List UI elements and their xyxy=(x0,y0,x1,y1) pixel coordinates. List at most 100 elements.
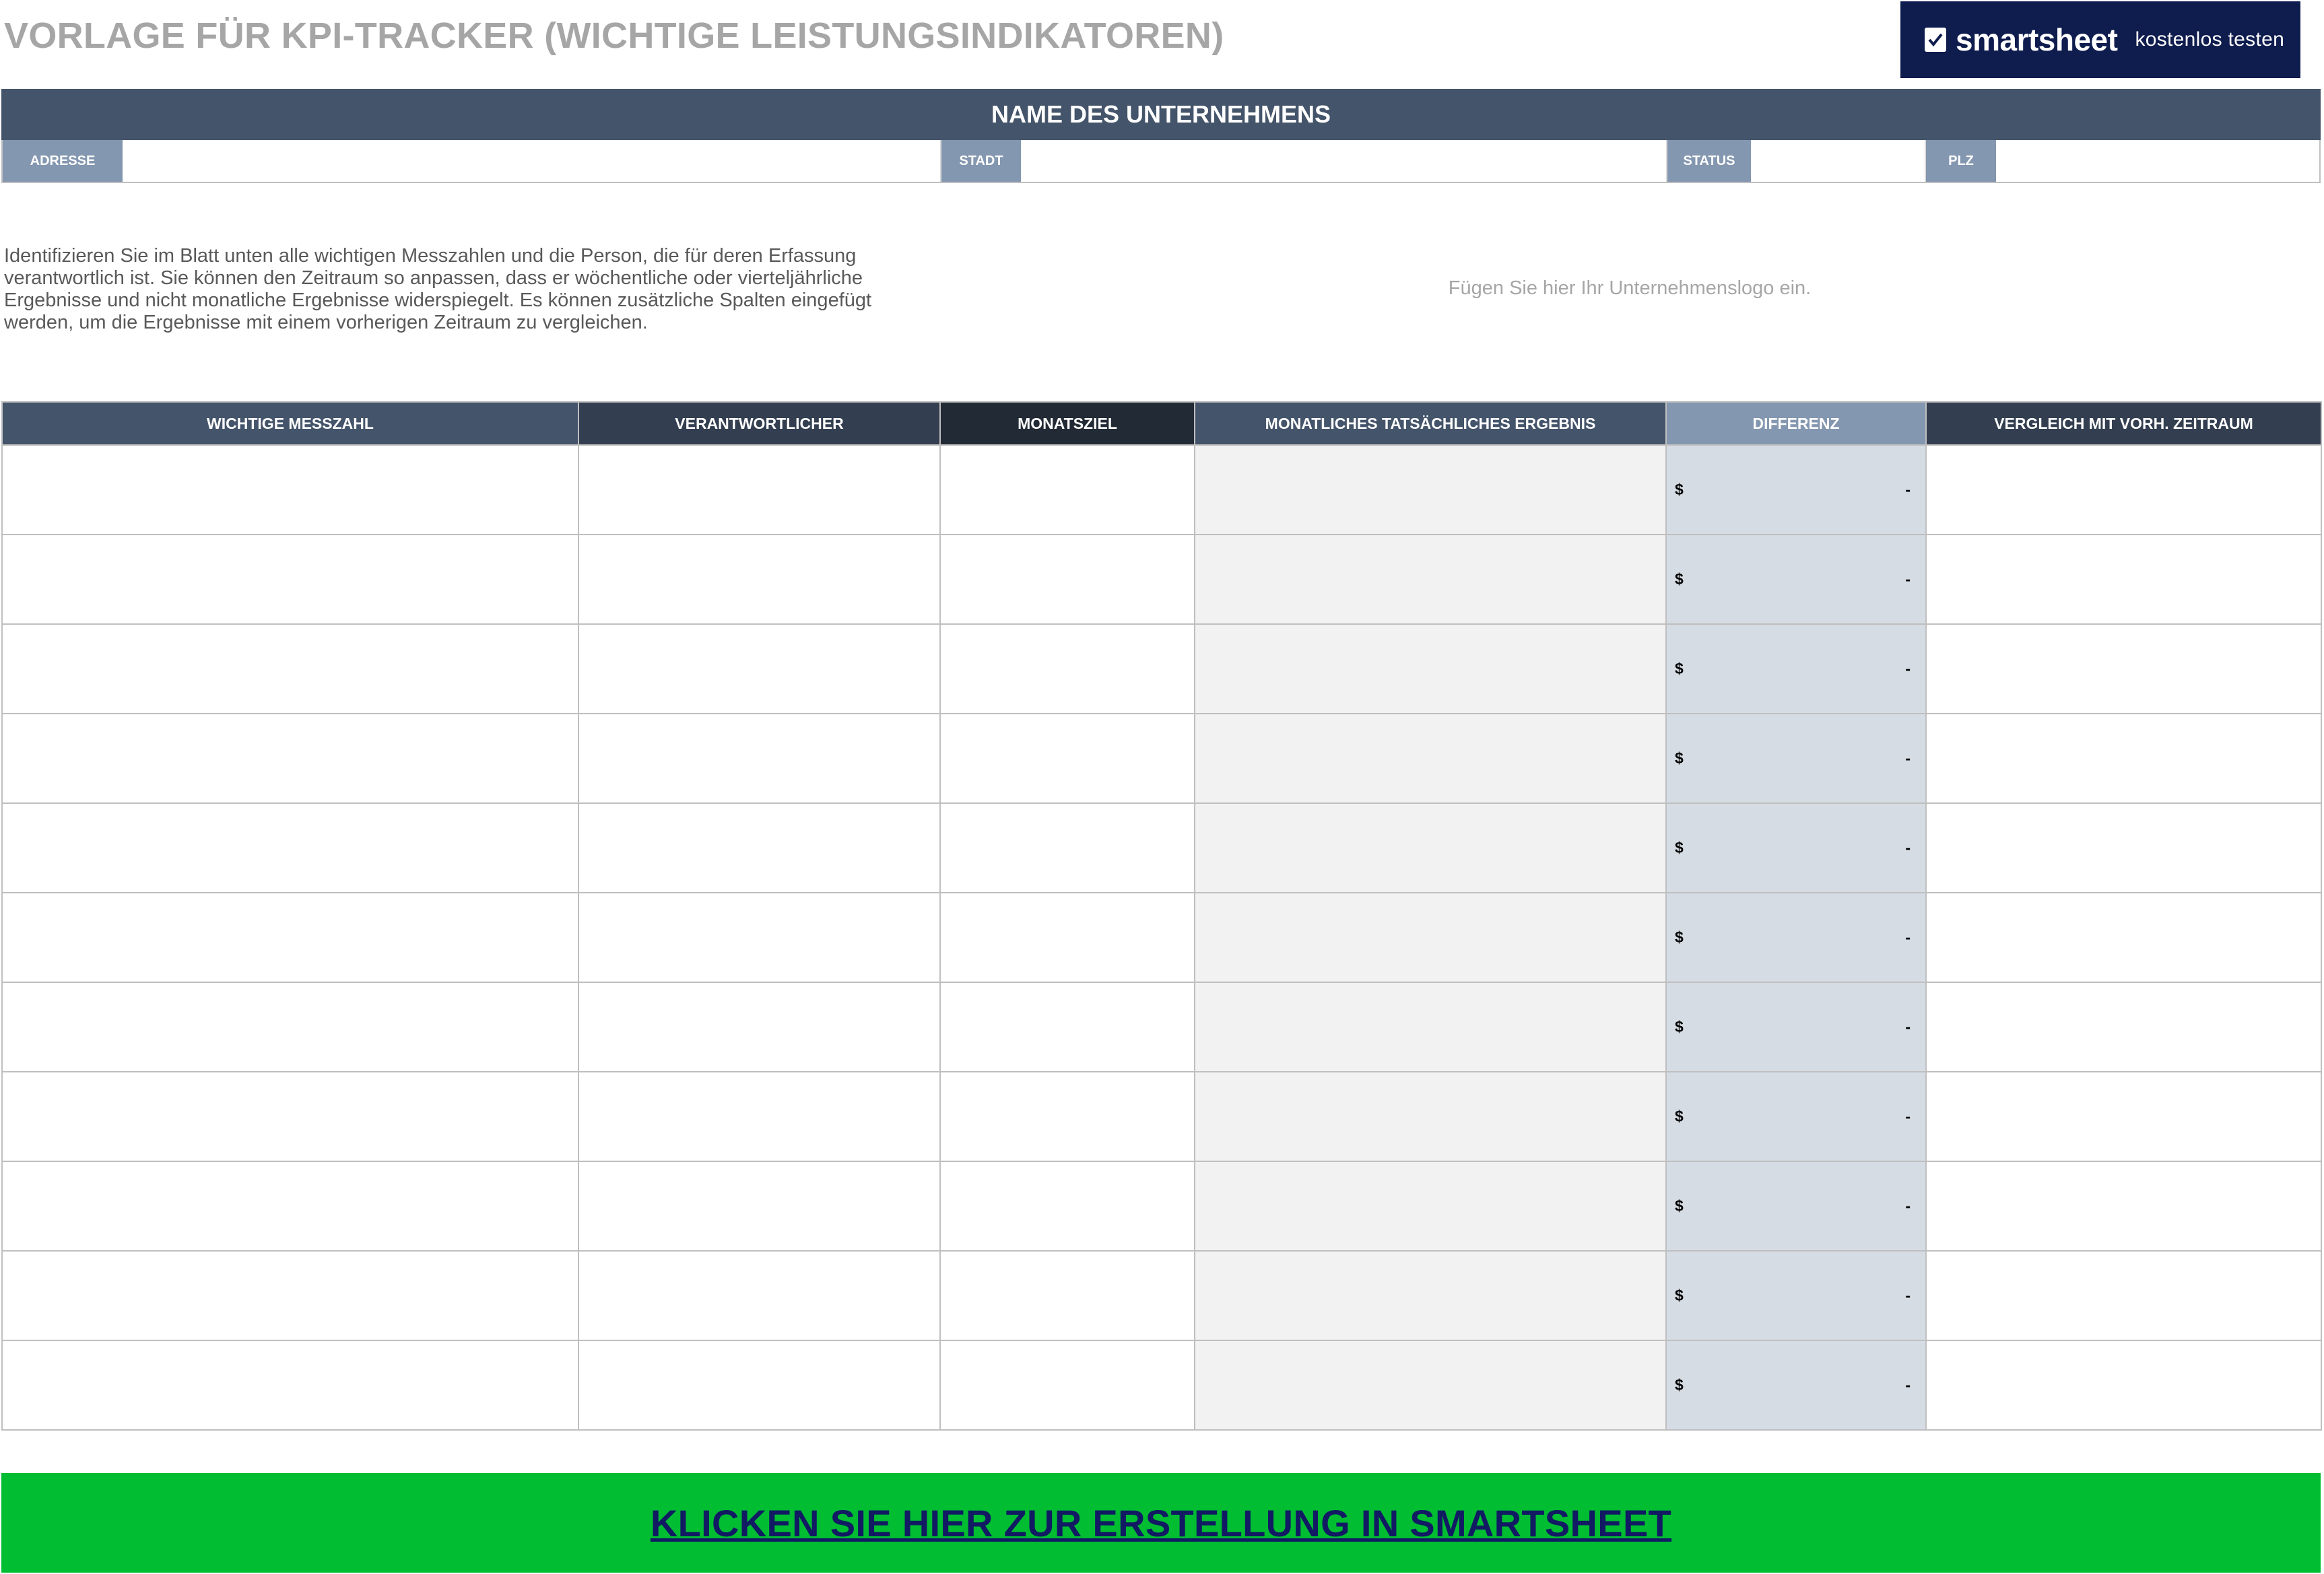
table-row: $ - xyxy=(1,1250,2322,1341)
owner-cell[interactable] xyxy=(578,802,941,893)
difference-amount: - xyxy=(1905,660,1911,677)
comparison-cell[interactable] xyxy=(1925,1340,2322,1431)
free-trial-link[interactable]: kostenlos testen xyxy=(2135,28,2284,51)
column-header-actual: MONATLICHES TATSÄCHLICHES ERGEBNIS xyxy=(1194,401,1667,446)
target-cell[interactable] xyxy=(939,713,1195,804)
company-name-header[interactable]: NAME DES UNTERNEHMENS xyxy=(1,89,2321,140)
address-field[interactable] xyxy=(123,140,941,182)
city-label: STADT xyxy=(941,140,1021,182)
cta-link[interactable]: KLICKEN SIE HIER ZUR ERSTELLUNG IN SMART… xyxy=(651,1501,1671,1545)
metric-cell[interactable] xyxy=(1,982,579,1072)
target-cell[interactable] xyxy=(939,1340,1195,1431)
smartsheet-banner[interactable]: smartsheet kostenlos testen xyxy=(1900,1,2300,78)
table-row: $ - xyxy=(1,982,2322,1072)
target-cell[interactable] xyxy=(939,982,1195,1072)
actual-cell[interactable] xyxy=(1194,623,1667,714)
table-row: $ - xyxy=(1,892,2322,983)
owner-cell[interactable] xyxy=(578,982,941,1072)
metric-cell[interactable] xyxy=(1,1071,579,1162)
target-cell[interactable] xyxy=(939,534,1195,625)
difference-value: $ - xyxy=(1675,481,1911,499)
owner-cell[interactable] xyxy=(578,713,941,804)
actual-cell[interactable] xyxy=(1194,1250,1667,1341)
target-cell[interactable] xyxy=(939,444,1195,535)
difference-cell[interactable]: $ - xyxy=(1665,1340,1927,1431)
difference-cell[interactable]: $ - xyxy=(1665,623,1927,714)
owner-cell[interactable] xyxy=(578,892,941,983)
actual-cell[interactable] xyxy=(1194,444,1667,535)
actual-cell[interactable] xyxy=(1194,982,1667,1072)
difference-value: $ - xyxy=(1675,1376,1911,1394)
owner-cell[interactable] xyxy=(578,623,941,714)
metric-cell[interactable] xyxy=(1,713,579,804)
metric-cell[interactable] xyxy=(1,1250,579,1341)
currency-symbol: $ xyxy=(1675,1107,1684,1125)
actual-cell[interactable] xyxy=(1194,1340,1667,1431)
create-in-smartsheet-button[interactable]: KLICKEN SIE HIER ZUR ERSTELLUNG IN SMART… xyxy=(1,1473,2321,1573)
currency-symbol: $ xyxy=(1675,660,1684,677)
difference-cell[interactable]: $ - xyxy=(1665,892,1927,983)
comparison-cell[interactable] xyxy=(1925,1161,2322,1252)
city-field[interactable] xyxy=(1021,140,1667,182)
address-label: ADRESSE xyxy=(3,140,123,182)
state-field[interactable] xyxy=(1751,140,1926,182)
zip-field[interactable] xyxy=(1996,140,2319,182)
metric-cell[interactable] xyxy=(1,534,579,625)
difference-cell[interactable]: $ - xyxy=(1665,1071,1927,1162)
comparison-cell[interactable] xyxy=(1925,982,2322,1072)
logo-placeholder[interactable]: Fügen Sie hier Ihr Unternehmenslogo ein. xyxy=(1320,277,1939,300)
metric-cell[interactable] xyxy=(1,1161,579,1252)
comparison-cell[interactable] xyxy=(1925,444,2322,535)
currency-symbol: $ xyxy=(1675,1376,1684,1394)
difference-amount: - xyxy=(1905,928,1911,946)
table-body: $ - $ - $ - $ - $ - $ - $ - $ - $ - $ - $ - xyxy=(1,444,2322,1431)
difference-cell[interactable]: $ - xyxy=(1665,444,1927,535)
owner-cell[interactable] xyxy=(578,1340,941,1431)
currency-symbol: $ xyxy=(1675,749,1684,767)
difference-cell[interactable]: $ - xyxy=(1665,534,1927,625)
comparison-cell[interactable] xyxy=(1925,1071,2322,1162)
currency-symbol: $ xyxy=(1675,570,1684,588)
owner-cell[interactable] xyxy=(578,534,941,625)
target-cell[interactable] xyxy=(939,802,1195,893)
kpi-table: WICHTIGE MESSZAHL VERANTWORTLICHER MONAT… xyxy=(1,401,2322,1431)
actual-cell[interactable] xyxy=(1194,892,1667,983)
difference-cell[interactable]: $ - xyxy=(1665,1250,1927,1341)
difference-cell[interactable]: $ - xyxy=(1665,802,1927,893)
actual-cell[interactable] xyxy=(1194,802,1667,893)
comparison-cell[interactable] xyxy=(1925,1250,2322,1341)
comparison-cell[interactable] xyxy=(1925,534,2322,625)
owner-cell[interactable] xyxy=(578,1161,941,1252)
difference-value: $ - xyxy=(1675,1197,1911,1215)
comparison-cell[interactable] xyxy=(1925,623,2322,714)
difference-cell[interactable]: $ - xyxy=(1665,1161,1927,1252)
difference-cell[interactable]: $ - xyxy=(1665,982,1927,1072)
target-cell[interactable] xyxy=(939,892,1195,983)
metric-cell[interactable] xyxy=(1,623,579,714)
owner-cell[interactable] xyxy=(578,444,941,535)
difference-amount: - xyxy=(1905,1107,1911,1125)
difference-cell[interactable]: $ - xyxy=(1665,713,1927,804)
target-cell[interactable] xyxy=(939,1161,1195,1252)
metric-cell[interactable] xyxy=(1,1340,579,1431)
metric-cell[interactable] xyxy=(1,444,579,535)
actual-cell[interactable] xyxy=(1194,1071,1667,1162)
smartsheet-logo-text: smartsheet xyxy=(1956,22,2118,57)
owner-cell[interactable] xyxy=(578,1071,941,1162)
comparison-cell[interactable] xyxy=(1925,892,2322,983)
target-cell[interactable] xyxy=(939,1250,1195,1341)
metric-cell[interactable] xyxy=(1,892,579,983)
currency-symbol: $ xyxy=(1675,1197,1684,1214)
table-row: $ - xyxy=(1,444,2322,535)
actual-cell[interactable] xyxy=(1194,713,1667,804)
actual-cell[interactable] xyxy=(1194,1161,1667,1252)
difference-amount: - xyxy=(1905,1287,1911,1304)
target-cell[interactable] xyxy=(939,623,1195,714)
target-cell[interactable] xyxy=(939,1071,1195,1162)
metric-cell[interactable] xyxy=(1,802,579,893)
comparison-cell[interactable] xyxy=(1925,713,2322,804)
actual-cell[interactable] xyxy=(1194,534,1667,625)
owner-cell[interactable] xyxy=(578,1250,941,1341)
comparison-cell[interactable] xyxy=(1925,802,2322,893)
column-header-difference: DIFFERENZ xyxy=(1665,401,1927,446)
